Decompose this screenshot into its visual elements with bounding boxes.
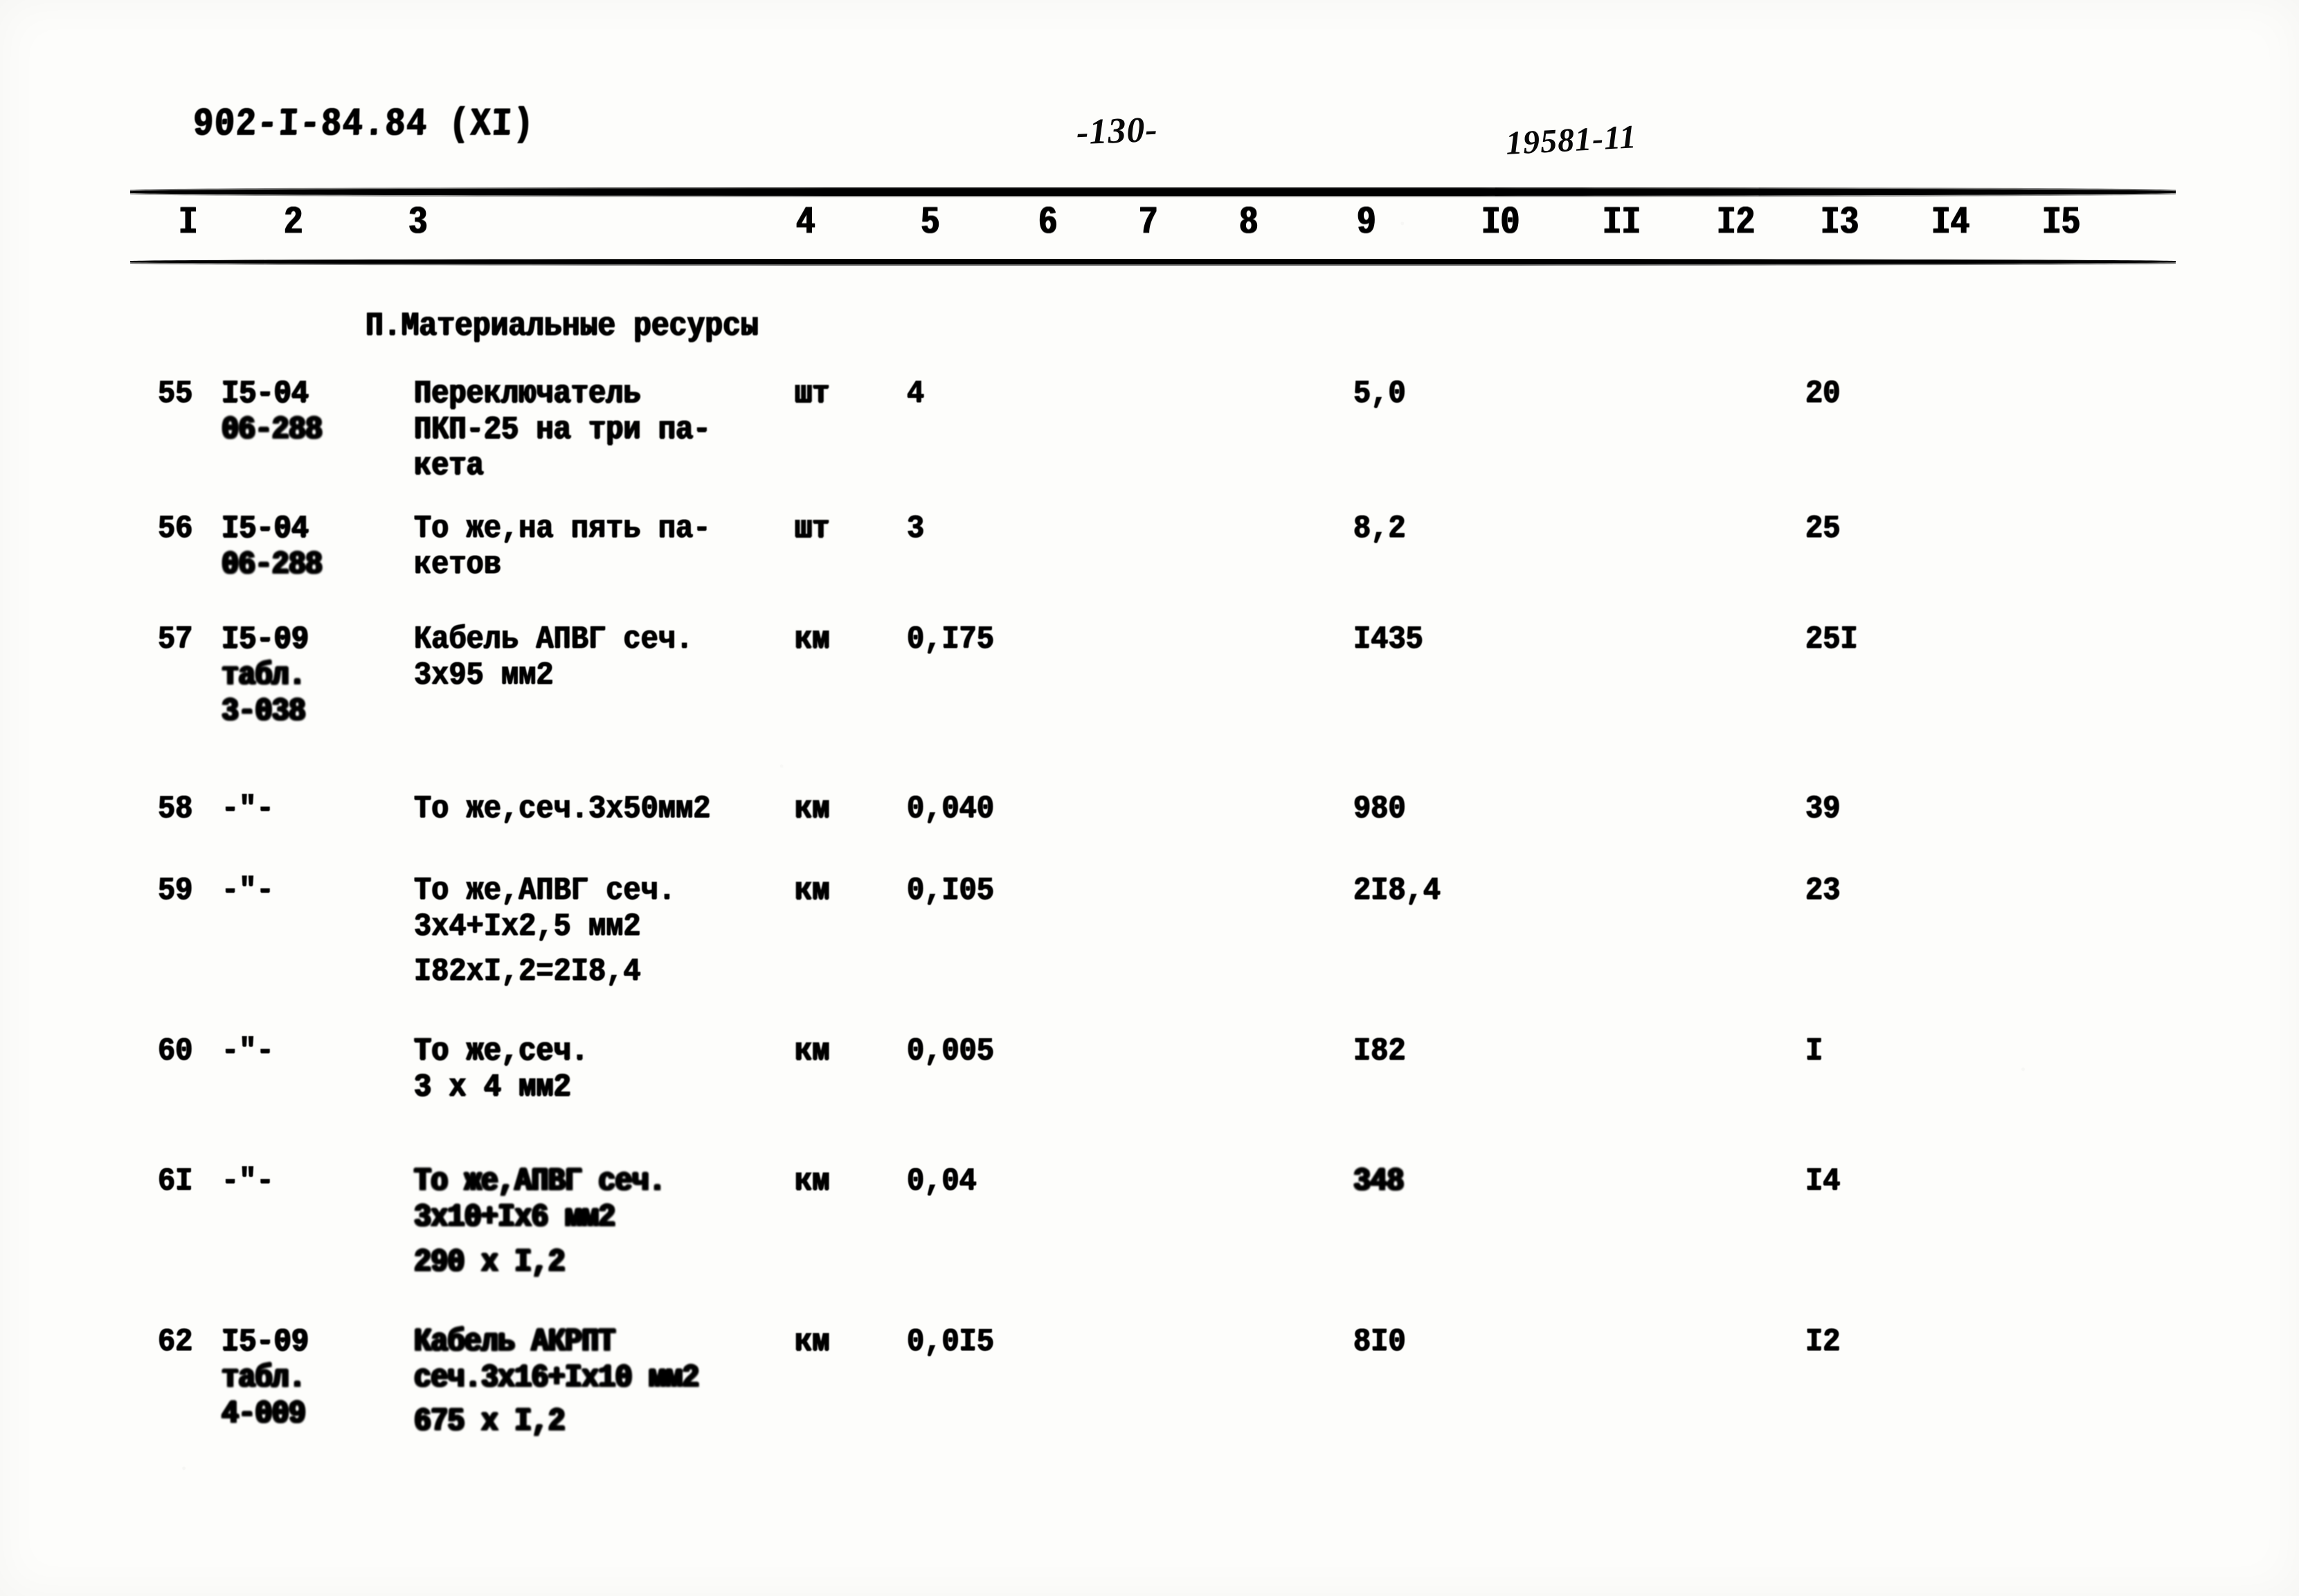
row-6I-description-line-2: 3х10+Iх6 мм2	[414, 1199, 615, 1235]
row-60-quantity: 0,005	[907, 1033, 995, 1069]
row-55-unit: шт	[795, 375, 830, 412]
row-62-description-line-2: сеч.3х16+Iх10 мм2	[414, 1359, 699, 1396]
row-59-calculation-line: I82хI,2=2I8,4	[414, 953, 641, 990]
row-56-description-line-1: То же,на пять па-	[414, 510, 711, 547]
row-57-col9-value: I435	[1353, 621, 1423, 658]
row-59-item-number: 59	[158, 872, 193, 909]
row-60-reference-code-line-1: -"-	[222, 1033, 274, 1069]
row-55-description-line-3: кета	[414, 447, 484, 484]
row-58-description-line-1: То же,сеч.3х50мм2	[414, 790, 711, 827]
row-55-item-number: 55	[158, 375, 193, 412]
row-57-col13-value: 25I	[1805, 621, 1858, 658]
row-58-col13-value: 39	[1805, 790, 1841, 827]
row-62-calculation-line: 675 х I,2	[414, 1403, 566, 1440]
row-55-description-line-2: ПКП-25 на три па-	[414, 411, 711, 448]
row-60-description-line-2: 3 х 4 мм2	[414, 1069, 571, 1105]
row-56-reference-code-line-1: I5-04	[222, 510, 309, 547]
row-62-reference-code-line-3: 4-009	[222, 1395, 306, 1432]
row-6I-unit: км	[795, 1163, 830, 1199]
row-58-item-number: 58	[158, 790, 193, 827]
row-56-unit: шт	[795, 510, 830, 547]
row-59-quantity: 0,I05	[907, 872, 995, 909]
row-62-col13-value: I2	[1805, 1323, 1841, 1360]
row-6I-col9-value: 348	[1353, 1163, 1405, 1199]
row-57-reference-code-line-2: табл.	[222, 657, 306, 693]
row-55-reference-code-line-1: I5-04	[222, 375, 309, 412]
table-body: П.Материальные ресурсы 55 I5-04 06-288 Перек…	[0, 0, 2299, 1596]
row-56-description-line-2: кетов	[414, 546, 502, 583]
row-56-item-number: 56	[158, 510, 193, 547]
row-60-col13-value: I	[1805, 1033, 1823, 1069]
row-60-item-number: 60	[158, 1033, 193, 1069]
row-57-quantity: 0,I75	[907, 621, 995, 658]
row-59-description-line-2: 3х4+Iх2,5 мм2	[414, 908, 641, 945]
row-62-unit: км	[795, 1323, 830, 1360]
row-58-quantity: 0,040	[907, 790, 995, 827]
row-60-col9-value: I82	[1353, 1033, 1406, 1069]
row-58-unit: км	[795, 790, 830, 827]
row-59-col9-value: 2I8,4	[1353, 872, 1441, 909]
row-62-reference-code-line-2: табл.	[222, 1359, 306, 1396]
row-6I-calculation-line: 290 х I,2	[414, 1244, 566, 1280]
row-62-quantity: 0,0I5	[907, 1323, 995, 1360]
row-55-col9-value: 5,0	[1353, 375, 1406, 412]
row-6I-quantity: 0,04	[907, 1163, 977, 1199]
row-59-description-line-1: То же,АПВГ сеч.	[414, 872, 676, 909]
row-57-description-line-1: Кабель АПВГ сеч.	[414, 621, 694, 658]
row-6I-col13-value: I4	[1805, 1163, 1841, 1199]
row-56-quantity: 3	[907, 510, 925, 547]
row-55-quantity: 4	[907, 375, 925, 412]
row-58-col9-value: 980	[1353, 790, 1406, 827]
section-title: П.Материальные ресурсы	[366, 307, 759, 345]
row-6I-description-line-1: То же,АПВГ сеч.	[414, 1163, 666, 1199]
row-6I-reference-code-line-1: -"-	[222, 1163, 274, 1199]
row-55-reference-code-line-2: 06-288	[222, 411, 323, 448]
row-57-unit: км	[795, 621, 830, 658]
row-59-unit: км	[795, 872, 830, 909]
row-62-description-line-1: Кабель АКРПТ	[414, 1323, 615, 1360]
row-60-unit: км	[795, 1033, 830, 1069]
row-59-col13-value: 23	[1805, 872, 1841, 909]
row-57-item-number: 57	[158, 621, 193, 658]
document-page: 902-I-84.84 (XI) -130- 19581-11 I2345678…	[0, 0, 2299, 1596]
row-55-col13-value: 20	[1805, 375, 1841, 412]
row-60-description-line-1: То же,сеч.	[414, 1033, 589, 1069]
row-57-description-line-2: 3х95 мм2	[414, 657, 554, 693]
row-57-reference-code-line-3: 3-038	[222, 693, 306, 729]
row-55-description-line-1: Переключатель	[414, 375, 641, 412]
row-6I-item-number: 6I	[158, 1163, 193, 1199]
row-59-reference-code-line-1: -"-	[222, 872, 274, 909]
row-56-reference-code-line-2: 06-288	[222, 546, 323, 583]
row-57-reference-code-line-1: I5-09	[222, 621, 309, 658]
row-56-col13-value: 25	[1805, 510, 1841, 547]
row-56-col9-value: 8,2	[1353, 510, 1406, 547]
row-62-col9-value: 8I0	[1353, 1323, 1406, 1360]
row-62-item-number: 62	[158, 1323, 193, 1360]
row-62-reference-code-line-1: I5-09	[222, 1323, 309, 1360]
row-58-reference-code-line-1: -"-	[222, 790, 274, 827]
